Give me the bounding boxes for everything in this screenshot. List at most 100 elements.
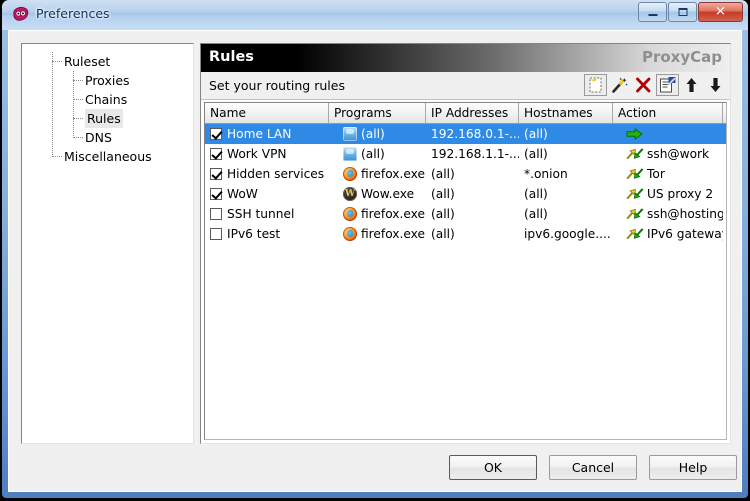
cell-programs: Wow.exe bbox=[329, 184, 426, 204]
window-title: Preferences bbox=[36, 6, 110, 21]
move-up-button[interactable] bbox=[680, 74, 703, 96]
cell-hostnames: ipv6.google.... bbox=[524, 227, 611, 241]
rule-enabled-checkbox[interactable] bbox=[210, 228, 222, 240]
tree-item-label: Proxies bbox=[85, 73, 130, 88]
tree-item-proxies[interactable]: Proxies bbox=[22, 71, 193, 90]
tree-item-rules[interactable]: Rules bbox=[22, 109, 193, 128]
wow-icon bbox=[343, 187, 357, 201]
column-header-label: Hostnames bbox=[524, 106, 593, 120]
rules-table-header: Name Programs IP Addresses Hostnames Action bbox=[205, 103, 726, 124]
tree-item-label: DNS bbox=[85, 130, 112, 145]
tree-item-miscellaneous[interactable]: Miscellaneous bbox=[22, 147, 193, 166]
column-header-action[interactable]: Action bbox=[613, 103, 723, 123]
cell-action: US proxy 2 bbox=[613, 184, 723, 204]
column-header-hostnames[interactable]: Hostnames bbox=[519, 103, 613, 123]
minimize-icon bbox=[648, 14, 657, 17]
close-button[interactable]: ✕ bbox=[698, 2, 743, 22]
rule-wizard-icon bbox=[612, 77, 628, 93]
table-row[interactable]: IPv6 test firefox.exe (all) ipv6.google....… bbox=[205, 224, 726, 244]
firefox-icon bbox=[343, 207, 357, 221]
rule-enabled-checkbox[interactable] bbox=[210, 188, 222, 200]
cell-action bbox=[613, 124, 723, 144]
dialog-buttons: OK Cancel Help bbox=[9, 455, 743, 489]
column-header-label: Action bbox=[618, 106, 657, 120]
toolbar: Set your routing rules bbox=[201, 72, 730, 100]
cell-ip-addresses: 192.168.1.1-... bbox=[431, 147, 519, 161]
category-tree-panel[interactable]: Ruleset Proxies Chains Rules DNS Miscell… bbox=[21, 43, 194, 444]
column-header-name[interactable]: Name bbox=[205, 103, 329, 123]
rule-name-label: IPv6 test bbox=[227, 227, 281, 241]
rule-enabled-checkbox[interactable] bbox=[210, 128, 222, 140]
rule-enabled-checkbox[interactable] bbox=[210, 168, 222, 180]
move-down-button[interactable] bbox=[704, 74, 727, 96]
rule-properties-icon bbox=[660, 77, 676, 93]
cell-hostnames: *.onion bbox=[524, 167, 568, 181]
tree-item-chains[interactable]: Chains bbox=[22, 90, 193, 109]
cell-name: Home LAN bbox=[205, 124, 329, 144]
action-label: US proxy 2 bbox=[647, 187, 714, 201]
table-row[interactable]: Work VPN (all) 192.168.1.1-... (all) ssh@wor… bbox=[205, 144, 726, 164]
program-label: (all) bbox=[361, 127, 385, 141]
section-description: Set your routing rules bbox=[209, 78, 345, 93]
table-row[interactable]: Hidden services firefox.exe (all) *.onion To… bbox=[205, 164, 726, 184]
ok-button[interactable]: OK bbox=[449, 455, 537, 480]
all-programs-icon bbox=[343, 127, 357, 141]
firefox-icon bbox=[343, 227, 357, 241]
cell-action: ssh@hosting bbox=[613, 204, 723, 224]
cell-action: IPv6 gateway bbox=[613, 224, 723, 244]
help-button[interactable]: Help bbox=[649, 455, 737, 480]
all-programs-icon bbox=[343, 147, 357, 161]
cell-name: Work VPN bbox=[205, 144, 329, 164]
rules-content-panel: Rules ProxyCap Set your routing rules Na… bbox=[200, 43, 731, 444]
proxy-arrows-icon bbox=[625, 227, 645, 241]
new-rule-button[interactable] bbox=[584, 74, 607, 96]
rule-name-label: SSH tunnel bbox=[227, 207, 295, 221]
rule-name-label: Home LAN bbox=[227, 127, 292, 141]
rule-properties-button[interactable] bbox=[656, 74, 679, 96]
tree-item-dns[interactable]: DNS bbox=[22, 128, 193, 147]
close-icon: ✕ bbox=[715, 4, 726, 20]
cell-hostnames: (all) bbox=[524, 187, 548, 201]
dialog-client-area: Ruleset Proxies Chains Rules DNS Miscell… bbox=[8, 30, 742, 492]
tree-item-label: Ruleset bbox=[64, 54, 111, 69]
cell-action: ssh@work bbox=[613, 144, 723, 164]
delete-rule-icon bbox=[636, 77, 651, 93]
maximize-button[interactable] bbox=[668, 2, 697, 22]
cell-programs: firefox.exe bbox=[329, 224, 426, 244]
table-row[interactable]: Home LAN (all) 192.168.0.1-... (all) bbox=[205, 124, 726, 144]
column-header-blank[interactable] bbox=[723, 103, 726, 123]
preferences-window: Preferences ✕ Ruleset Proxies Chains Rul… bbox=[2, 0, 748, 498]
delete-rule-button[interactable] bbox=[632, 74, 655, 96]
cell-ip-addresses: (all) bbox=[431, 187, 455, 201]
rule-enabled-checkbox[interactable] bbox=[210, 148, 222, 160]
rule-enabled-checkbox[interactable] bbox=[210, 208, 222, 220]
brand-label: ProxyCap bbox=[641, 48, 722, 66]
column-header-label: Programs bbox=[334, 106, 392, 120]
rule-name-label: Work VPN bbox=[227, 147, 287, 161]
proxycap-logo-icon bbox=[12, 6, 29, 23]
title-bar[interactable]: Preferences ✕ bbox=[2, 0, 748, 30]
cell-programs: firefox.exe bbox=[329, 164, 426, 184]
tree-item-ruleset[interactable]: Ruleset bbox=[22, 52, 193, 71]
program-label: firefox.exe bbox=[361, 207, 425, 221]
firefox-icon bbox=[343, 167, 357, 181]
cancel-button[interactable]: Cancel bbox=[549, 455, 637, 480]
move-up-icon bbox=[686, 78, 697, 92]
cell-ip-addresses: (all) bbox=[431, 227, 455, 241]
column-header-ip-addresses[interactable]: IP Addresses bbox=[426, 103, 519, 123]
program-label: Wow.exe bbox=[361, 187, 415, 201]
cell-hostnames: (all) bbox=[524, 127, 548, 141]
page-title: Rules bbox=[209, 49, 254, 65]
table-row[interactable]: WoW Wow.exe (all) (all) US proxy 2 bbox=[205, 184, 726, 204]
category-tree: Ruleset Proxies Chains Rules DNS Miscell… bbox=[22, 44, 193, 166]
minimize-button[interactable] bbox=[638, 2, 667, 22]
column-header-programs[interactable]: Programs bbox=[329, 103, 426, 123]
cell-programs: firefox.exe bbox=[329, 204, 426, 224]
cell-ip-addresses: (all) bbox=[431, 167, 455, 181]
column-header-label: IP Addresses bbox=[431, 106, 509, 120]
program-label: firefox.exe bbox=[361, 167, 425, 181]
table-row[interactable]: SSH tunnel firefox.exe (all) (all) ssh@hosti… bbox=[205, 204, 726, 224]
proxy-arrows-icon bbox=[625, 207, 645, 221]
rule-wizard-button[interactable] bbox=[608, 74, 631, 96]
rules-table[interactable]: Name Programs IP Addresses Hostnames Action … bbox=[204, 102, 727, 440]
